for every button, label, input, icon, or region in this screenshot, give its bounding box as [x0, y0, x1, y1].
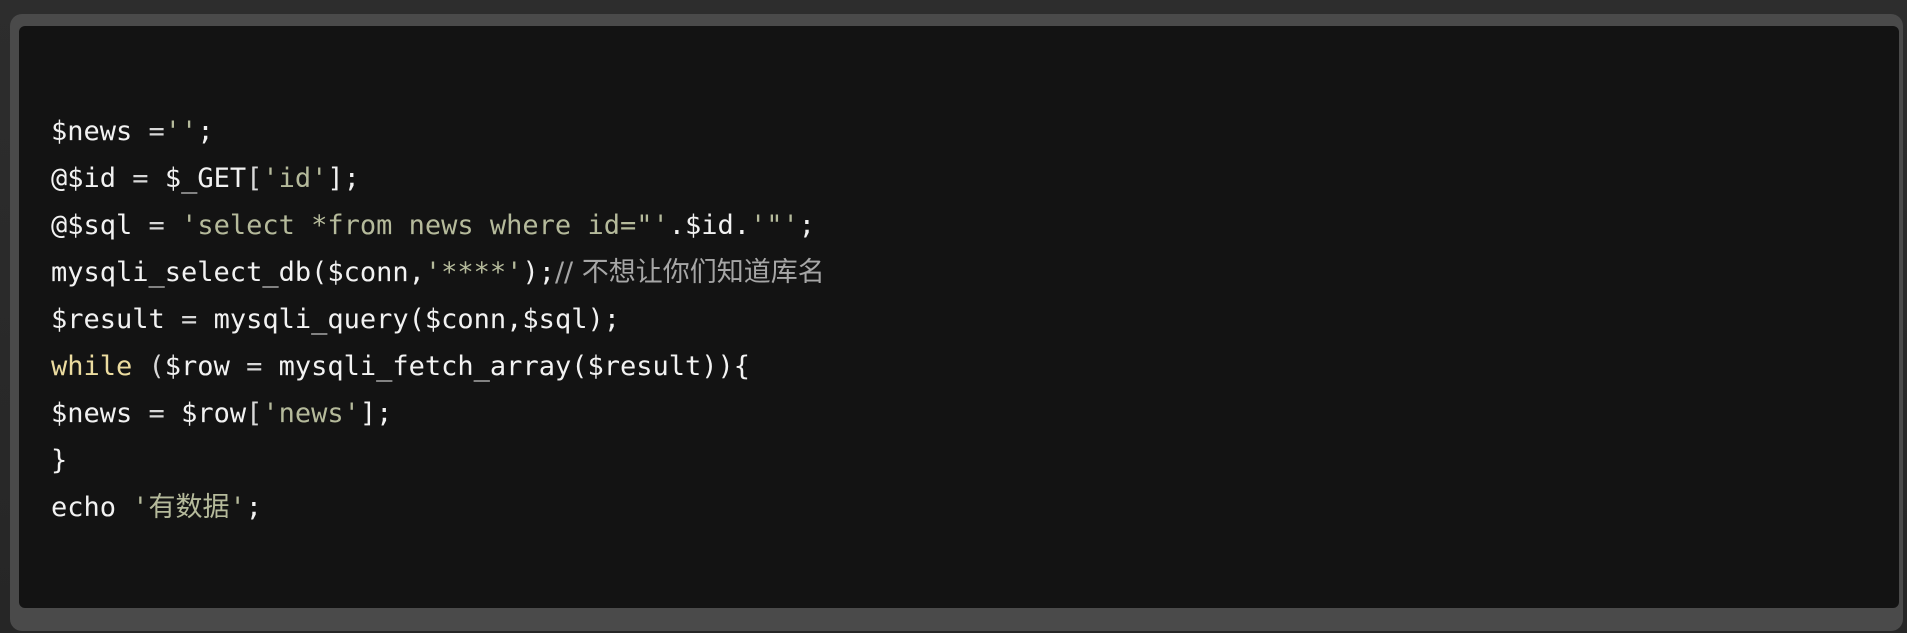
code-token: =	[164, 304, 214, 335]
code-token: =	[132, 116, 165, 147]
code-token: // 不想让你们知道库名	[554, 257, 825, 288]
code-line: while ($row = mysqli_fetch_array($result…	[51, 343, 1899, 390]
code-token: ''	[164, 116, 198, 147]
code-token: while	[51, 351, 133, 382]
code-token: $row	[164, 351, 230, 382]
code-token: $conn	[327, 257, 409, 288]
code-line: }	[51, 437, 1899, 484]
code-token: [	[246, 398, 263, 429]
code-token: $_GET	[164, 163, 247, 194]
code-token: $row	[181, 398, 247, 429]
code-token: ];	[327, 163, 360, 194]
code-token: ,	[408, 257, 425, 288]
code-token: (	[132, 351, 165, 382]
code-token: echo	[51, 492, 133, 523]
code-line: $news = $row['news'];	[51, 390, 1899, 437]
code-token: $news	[51, 116, 133, 147]
code-token: }	[51, 445, 68, 476]
code-token: =	[116, 163, 165, 194]
code-token: .$id.	[668, 210, 751, 241]
code-line: @$id = $_GET['id'];	[51, 155, 1899, 202]
code-line: @$sql = 'select *from news where id="'.$…	[51, 202, 1899, 249]
code-token: );	[522, 257, 555, 288]
code-token: ;	[197, 116, 214, 147]
code-token: mysqli_query($conn,$sql);	[213, 304, 620, 335]
code-line: echo '有数据';	[51, 484, 1899, 531]
code-line: $news ='';	[51, 108, 1899, 155]
code-line: mysqli_select_db($conn,'****');// 不想让你们知…	[51, 249, 1899, 296]
code-block: $news =''; @$id = $_GET['id']; @$sql = '…	[19, 26, 1899, 608]
code-token: ];	[359, 398, 393, 429]
code-token: mysqli_fetch_array($result)){	[278, 351, 751, 382]
code-token: '"'	[750, 210, 799, 241]
code-token: ;	[245, 492, 263, 523]
code-token: =	[132, 210, 182, 241]
code-token: @$sql	[51, 210, 133, 241]
code-token: =	[229, 351, 279, 382]
code-token: '有数据'	[132, 492, 246, 523]
code-token: @$id	[51, 163, 117, 194]
code-token: =	[132, 398, 182, 429]
code-token: '****'	[424, 257, 523, 288]
code-token: [	[246, 163, 263, 194]
window-frame: $news =''; @$id = $_GET['id']; @$sql = '…	[0, 0, 1907, 633]
code-token: 'id'	[262, 163, 328, 194]
code-token: ;	[798, 210, 816, 241]
code-token: 'select *from news where id="'	[181, 210, 669, 241]
code-token: mysqli_select_db(	[51, 257, 328, 288]
code-token: 'news'	[262, 398, 360, 429]
code-token: $news	[51, 398, 133, 429]
code-token: $result	[51, 304, 165, 335]
code-line: $result = mysqli_query($conn,$sql);	[51, 296, 1899, 343]
